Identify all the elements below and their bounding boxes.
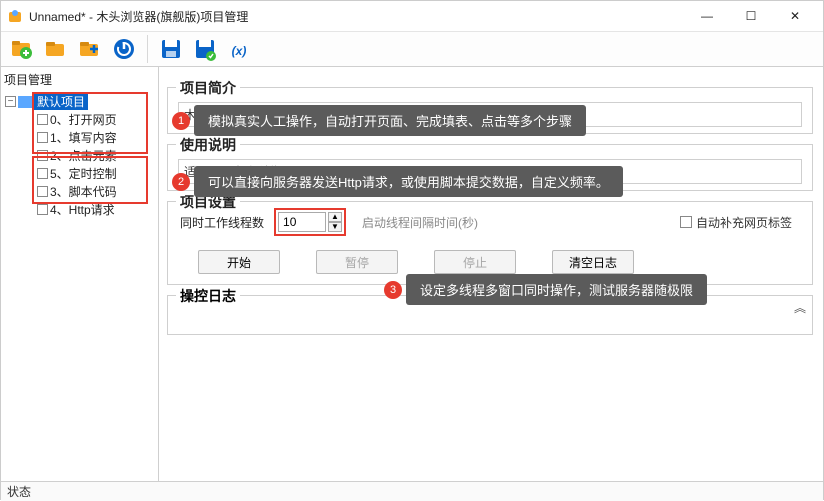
save-as-button[interactable] [190, 34, 220, 64]
close-button[interactable]: ✕ [773, 2, 817, 30]
clear-log-button[interactable]: 清空日志 [552, 250, 634, 274]
auto-tab-checkbox[interactable]: 自动补充网页标签 [680, 214, 792, 231]
tree-item-label: 5、定时控制 [50, 165, 117, 182]
annotation-badge: 3 [384, 281, 402, 299]
intro-title: 项目简介 [176, 78, 240, 98]
log-title: 操控日志 [176, 286, 240, 306]
annotation-text: 模拟真实人工操作，自动打开页面、完成填表、点击等多个步骤 [194, 105, 586, 136]
minimize-button[interactable]: — [685, 2, 729, 30]
tree-item-label: 2、点击元素 [50, 147, 117, 164]
sidebar: 项目管理 − 默认项目 0、打开网页 1、填写内容 2、点击元素 5、定时控制 … [1, 67, 159, 481]
app-icon [7, 8, 23, 24]
expand-icon[interactable]: ︽ [794, 299, 806, 316]
interval-label: 启动线程间隔时间(秒) [362, 214, 478, 231]
toolbar: (x) [1, 31, 823, 67]
status-text: 状态 [7, 483, 31, 500]
pause-button[interactable]: 暂停 [316, 250, 398, 274]
tree-item[interactable]: 4、Http请求 [5, 201, 154, 218]
open-project-button[interactable] [41, 34, 71, 64]
auto-tab-label: 自动补充网页标签 [696, 214, 792, 231]
window-title: Unnamed* - 木头浏览器(旗舰版)项目管理 [29, 8, 685, 25]
spin-up-button[interactable]: ▲ [328, 212, 342, 222]
svg-text:(x): (x) [232, 44, 247, 58]
checkbox[interactable] [37, 186, 48, 197]
tree-item[interactable]: 2、点击元素 [5, 147, 154, 164]
checkbox[interactable] [37, 168, 48, 179]
tree-root-label[interactable]: 默认项目 [34, 93, 88, 110]
new-project-button[interactable] [7, 34, 37, 64]
sidebar-title: 项目管理 [2, 68, 157, 90]
spin-down-button[interactable]: ▼ [328, 222, 342, 232]
settings-group: 项目设置 同时工作线程数 ▲ ▼ 启动线程间隔时间(秒) 自动补充网页标签 [167, 201, 813, 285]
maximize-button[interactable]: ☐ [729, 2, 773, 30]
checkbox[interactable] [37, 114, 48, 125]
variables-button[interactable]: (x) [224, 34, 254, 64]
annotation-badge: 2 [172, 173, 190, 191]
stop-button[interactable]: 停止 [434, 250, 516, 274]
start-button[interactable]: 开始 [198, 250, 280, 274]
tree-item-label: 0、打开网页 [50, 111, 117, 128]
tree-item[interactable]: 0、打开网页 [5, 111, 154, 128]
add-folder-button[interactable] [75, 34, 105, 64]
usage-title: 使用说明 [176, 135, 240, 155]
checkbox[interactable] [37, 132, 48, 143]
annotation-1: 1 模拟真实人工操作，自动打开页面、完成填表、点击等多个步骤 [172, 105, 586, 136]
tree-item[interactable]: 3、脚本代码 [5, 183, 154, 200]
tree-item-label: 3、脚本代码 [50, 183, 117, 200]
annotation-text: 设定多线程多窗口同时操作，测试服务器随极限 [406, 274, 707, 305]
annotation-2: 2 可以直接向服务器发送Http请求，或使用脚本提交数据，自定义频率。 [172, 166, 623, 197]
annotation-text: 可以直接向服务器发送Http请求，或使用脚本提交数据，自定义频率。 [194, 166, 623, 197]
tree-item-label: 1、填写内容 [50, 129, 117, 146]
threads-label: 同时工作线程数 [180, 214, 264, 231]
tree-root[interactable]: − 默认项目 [5, 93, 154, 110]
project-tree[interactable]: − 默认项目 0、打开网页 1、填写内容 2、点击元素 5、定时控制 3、脚本代… [2, 90, 157, 221]
threads-spinner: ▲ ▼ [274, 208, 346, 236]
threads-input[interactable] [278, 212, 326, 232]
checkbox[interactable] [37, 204, 48, 215]
power-button[interactable] [109, 34, 139, 64]
tree-item[interactable]: 1、填写内容 [5, 129, 154, 146]
titlebar: Unnamed* - 木头浏览器(旗舰版)项目管理 — ☐ ✕ [1, 1, 823, 31]
tree-item[interactable]: 5、定时控制 [5, 165, 154, 182]
checkbox[interactable] [680, 216, 692, 228]
save-button[interactable] [156, 34, 186, 64]
statusbar: 状态 [1, 481, 823, 501]
checkbox[interactable] [37, 150, 48, 161]
annotation-3: 3 设定多线程多窗口同时操作，测试服务器随极限 [384, 274, 707, 305]
tree-item-label: 4、Http请求 [50, 201, 115, 218]
toolbar-separator [147, 35, 148, 63]
annotation-badge: 1 [172, 112, 190, 130]
collapse-icon[interactable]: − [5, 96, 16, 107]
folder-icon [18, 96, 32, 108]
